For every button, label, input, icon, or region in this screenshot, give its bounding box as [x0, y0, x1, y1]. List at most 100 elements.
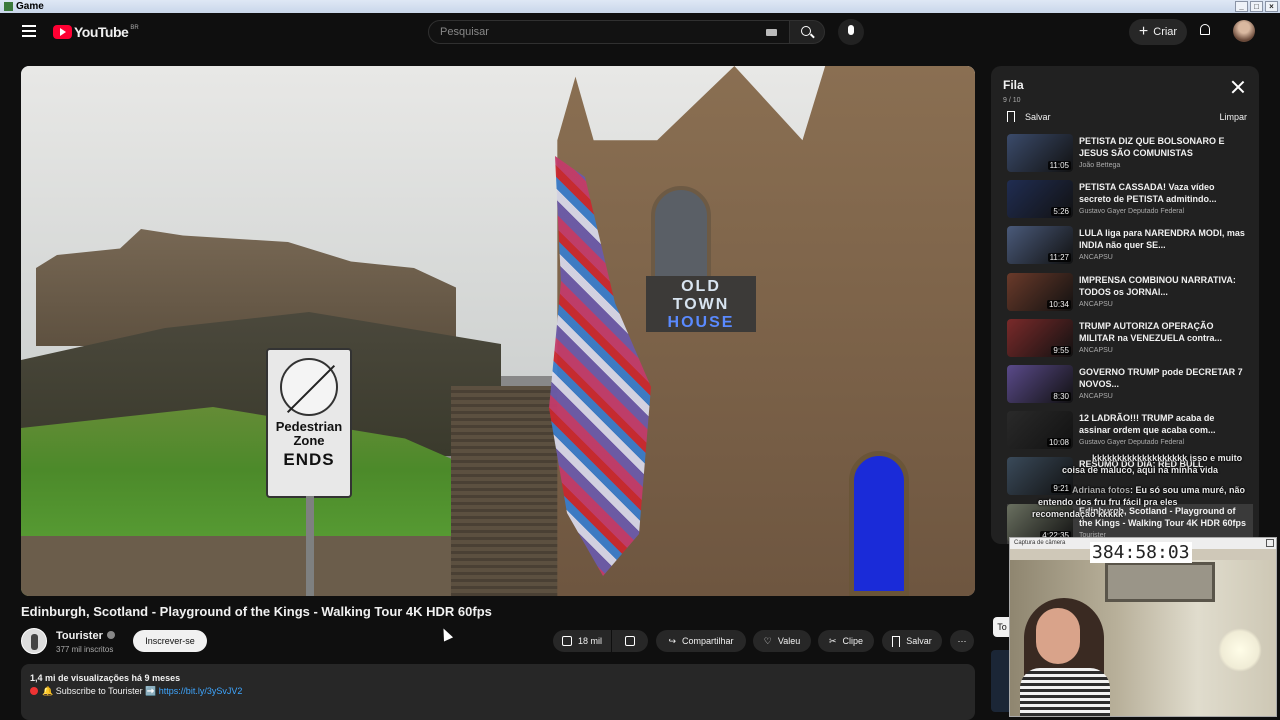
chat-overlay: kkkkkkkkkkkkkkkkkkk isso e muito coisa d… — [1032, 452, 1270, 520]
queue-item-channel: Gustavo Gayer Deputado Federal — [1079, 439, 1185, 447]
queue-save-button[interactable]: Salvar — [1007, 111, 1051, 122]
queue-title: Fila — [1003, 78, 1024, 92]
queue-item[interactable]: 9:55 TRUMP AUTORIZA OPERAÇÃO MILITAR na V… — [1007, 318, 1253, 361]
description-link[interactable]: https://bit.ly/3ySvJV2 — [159, 686, 243, 696]
heart-dollar-icon: ♡ — [763, 635, 772, 646]
video-sign-pole — [306, 496, 314, 596]
close-window-button[interactable]: × — [1265, 1, 1278, 12]
share-button[interactable]: ↪ Compartilhar — [656, 630, 746, 652]
queue-duration: 8:30 — [1051, 392, 1071, 401]
mouse-cursor-icon — [438, 626, 454, 642]
search-input[interactable]: Pesquisar — [428, 20, 790, 44]
queue-thumbnail[interactable]: 5:26 — [1007, 180, 1073, 219]
webcam-overlay: Captura de câmera × 384:58:03 — [1009, 537, 1277, 717]
webcam-close-icon[interactable]: × — [1266, 539, 1274, 547]
chat-line: recomendação kkkkk — [1032, 509, 1124, 519]
queue-item-channel: ANCAPSU — [1079, 254, 1113, 262]
thanks-button[interactable]: ♡ Valeu — [753, 630, 811, 652]
more-actions-button[interactable]: ⋯ — [950, 630, 974, 652]
save-button[interactable]: Salvar — [882, 630, 942, 652]
queue-duration: 11:27 — [1047, 253, 1071, 263]
queue-duration: 10:08 — [1046, 438, 1071, 448]
plus-icon: + — [1138, 23, 1149, 40]
share-icon: ↪ — [668, 635, 676, 646]
webcam-window — [1105, 562, 1215, 602]
queue-item-title: IMPRENSA COMBINOU NARRATIVA: TODOS os JO… — [1079, 274, 1236, 297]
queue-item[interactable]: 11:05 PETISTA DIZ QUE BOLSONARO E JESUS S… — [1007, 134, 1253, 176]
create-label: Criar — [1153, 26, 1178, 38]
video-wall — [21, 536, 461, 596]
queue-item[interactable]: 5:26 PETISTA CASSADA! Vaza vídeo secreto … — [1007, 180, 1253, 222]
youtube-play-icon — [53, 25, 72, 39]
scissors-icon: ✂ — [828, 635, 837, 646]
youtube-logo[interactable]: YouTube BR — [53, 24, 139, 40]
queue-item-channel: João Bettega — [1079, 162, 1121, 169]
sign-line3: ENDS — [283, 450, 335, 469]
queue-thumbnail[interactable]: 11:27 — [1007, 226, 1073, 265]
video-player[interactable]: OLD TOWN HOUSE Pedestrian Zone ENDS — [21, 66, 975, 596]
window-controls: _ □ × — [1235, 1, 1278, 12]
queue-item[interactable]: 10:34 IMPRENSA COMBINOU NARRATIVA: TODOS … — [1007, 272, 1253, 315]
menu-icon[interactable] — [22, 25, 36, 40]
sign-line1: Pedestrian — [275, 419, 343, 434]
bookmark-icon — [1007, 111, 1015, 122]
clip-button[interactable]: ✂ Clipe — [818, 630, 874, 652]
queue-clear-button[interactable]: Limpar — [1219, 112, 1247, 122]
queue-thumbnail[interactable]: 9:55 — [1007, 318, 1073, 357]
chat-line: Adriana fotos: Eu só sou uma muré, não — [1072, 485, 1246, 495]
create-button[interactable]: + Criar — [1129, 19, 1187, 45]
chat-line: entendo dos fru fru fácil pra eles — [1038, 497, 1178, 507]
queue-item-channel: ANCAPSU — [1079, 393, 1113, 400]
top-header: YouTube BR Pesquisar + Criar — [0, 13, 1280, 51]
channel-avatar[interactable] — [21, 628, 47, 654]
notifications-button[interactable] — [1197, 22, 1213, 40]
queue-duration: 9:55 — [1051, 345, 1071, 355]
queue-item-title: PETISTA CASSADA! Vaza vídeo secreto de P… — [1079, 182, 1217, 205]
view-stats: 1,4 mi de visualizações há 9 meses — [30, 673, 181, 683]
search-button[interactable] — [789, 20, 825, 44]
account-avatar[interactable] — [1233, 20, 1255, 42]
queue-item[interactable]: 10:08 12 LADRÃO!!! TRUMP acaba de assinar… — [1007, 411, 1253, 453]
video-blue-door — [849, 451, 909, 596]
webcam-person-shirt — [1020, 668, 1110, 716]
queue-thumbnail[interactable]: 10:08 — [1007, 411, 1073, 450]
queue-item-title: PETISTA DIZ QUE BOLSONARO E JESUS SÃO CO… — [1079, 136, 1225, 158]
logo-country: BR — [130, 25, 139, 31]
like-button[interactable]: 18 mil — [553, 630, 611, 652]
maximize-button[interactable]: □ — [1250, 1, 1263, 12]
queue-item-channel: ANCAPSU — [1079, 300, 1113, 308]
chat-line: kkkkkkkkkkkkkkkkkkk isso e muito — [1092, 453, 1243, 463]
queue-thumbnail[interactable]: 11:05 — [1007, 134, 1073, 172]
verified-icon — [106, 631, 115, 639]
window-titlebar: Game _ □ × — [0, 0, 1280, 13]
queue-item[interactable]: 11:27 LULA liga para NARENDRA MODI, mas I… — [1007, 226, 1253, 268]
queue-thumbnail[interactable]: 10:34 — [1007, 272, 1073, 311]
video-stairs — [451, 386, 561, 596]
queue-count: 9 / 10 — [1003, 97, 1021, 104]
subscribe-button[interactable]: Inscrever-se — [133, 630, 207, 652]
game-icon — [4, 2, 13, 11]
more-icon: ⋯ — [957, 635, 967, 646]
dislike-button[interactable] — [612, 630, 648, 652]
stream-timer: 384:58:03 — [1090, 542, 1192, 563]
video-title: Edinburgh, Scotland - Playground of the … — [21, 604, 492, 619]
bookmark-icon — [892, 635, 901, 647]
side-strip — [991, 650, 1009, 712]
chat-line: coisa de maluco, aqui na minha vida — [1062, 465, 1219, 475]
voice-search-button[interactable] — [838, 19, 864, 45]
minimize-button[interactable]: _ — [1235, 1, 1248, 12]
queue-thumbnail[interactable]: 8:30 — [1007, 365, 1073, 403]
queue-item-channel: ANCAPSU — [1079, 346, 1113, 354]
bell-icon — [1200, 24, 1210, 35]
keyboard-icon[interactable] — [766, 29, 777, 36]
queue-item[interactable]: 8:30 GOVERNO TRUMP pode DECRETAR 7 NOVOS.… — [1007, 365, 1253, 407]
no-entry-sign-icon — [280, 358, 338, 416]
webcam-lamp — [1218, 628, 1262, 672]
description-box[interactable]: 1,4 mi de visualizações há 9 meses 🔔 Sub… — [21, 664, 975, 720]
logo-text: YouTube — [74, 24, 129, 40]
thumbs-down-icon — [625, 636, 635, 646]
queue-item-title: GOVERNO TRUMP pode DECRETAR 7 NOVOS... — [1079, 367, 1243, 389]
red-circle-icon — [30, 687, 38, 695]
channel-name[interactable]: Tourister — [56, 630, 115, 642]
close-queue-icon[interactable] — [1231, 80, 1245, 94]
